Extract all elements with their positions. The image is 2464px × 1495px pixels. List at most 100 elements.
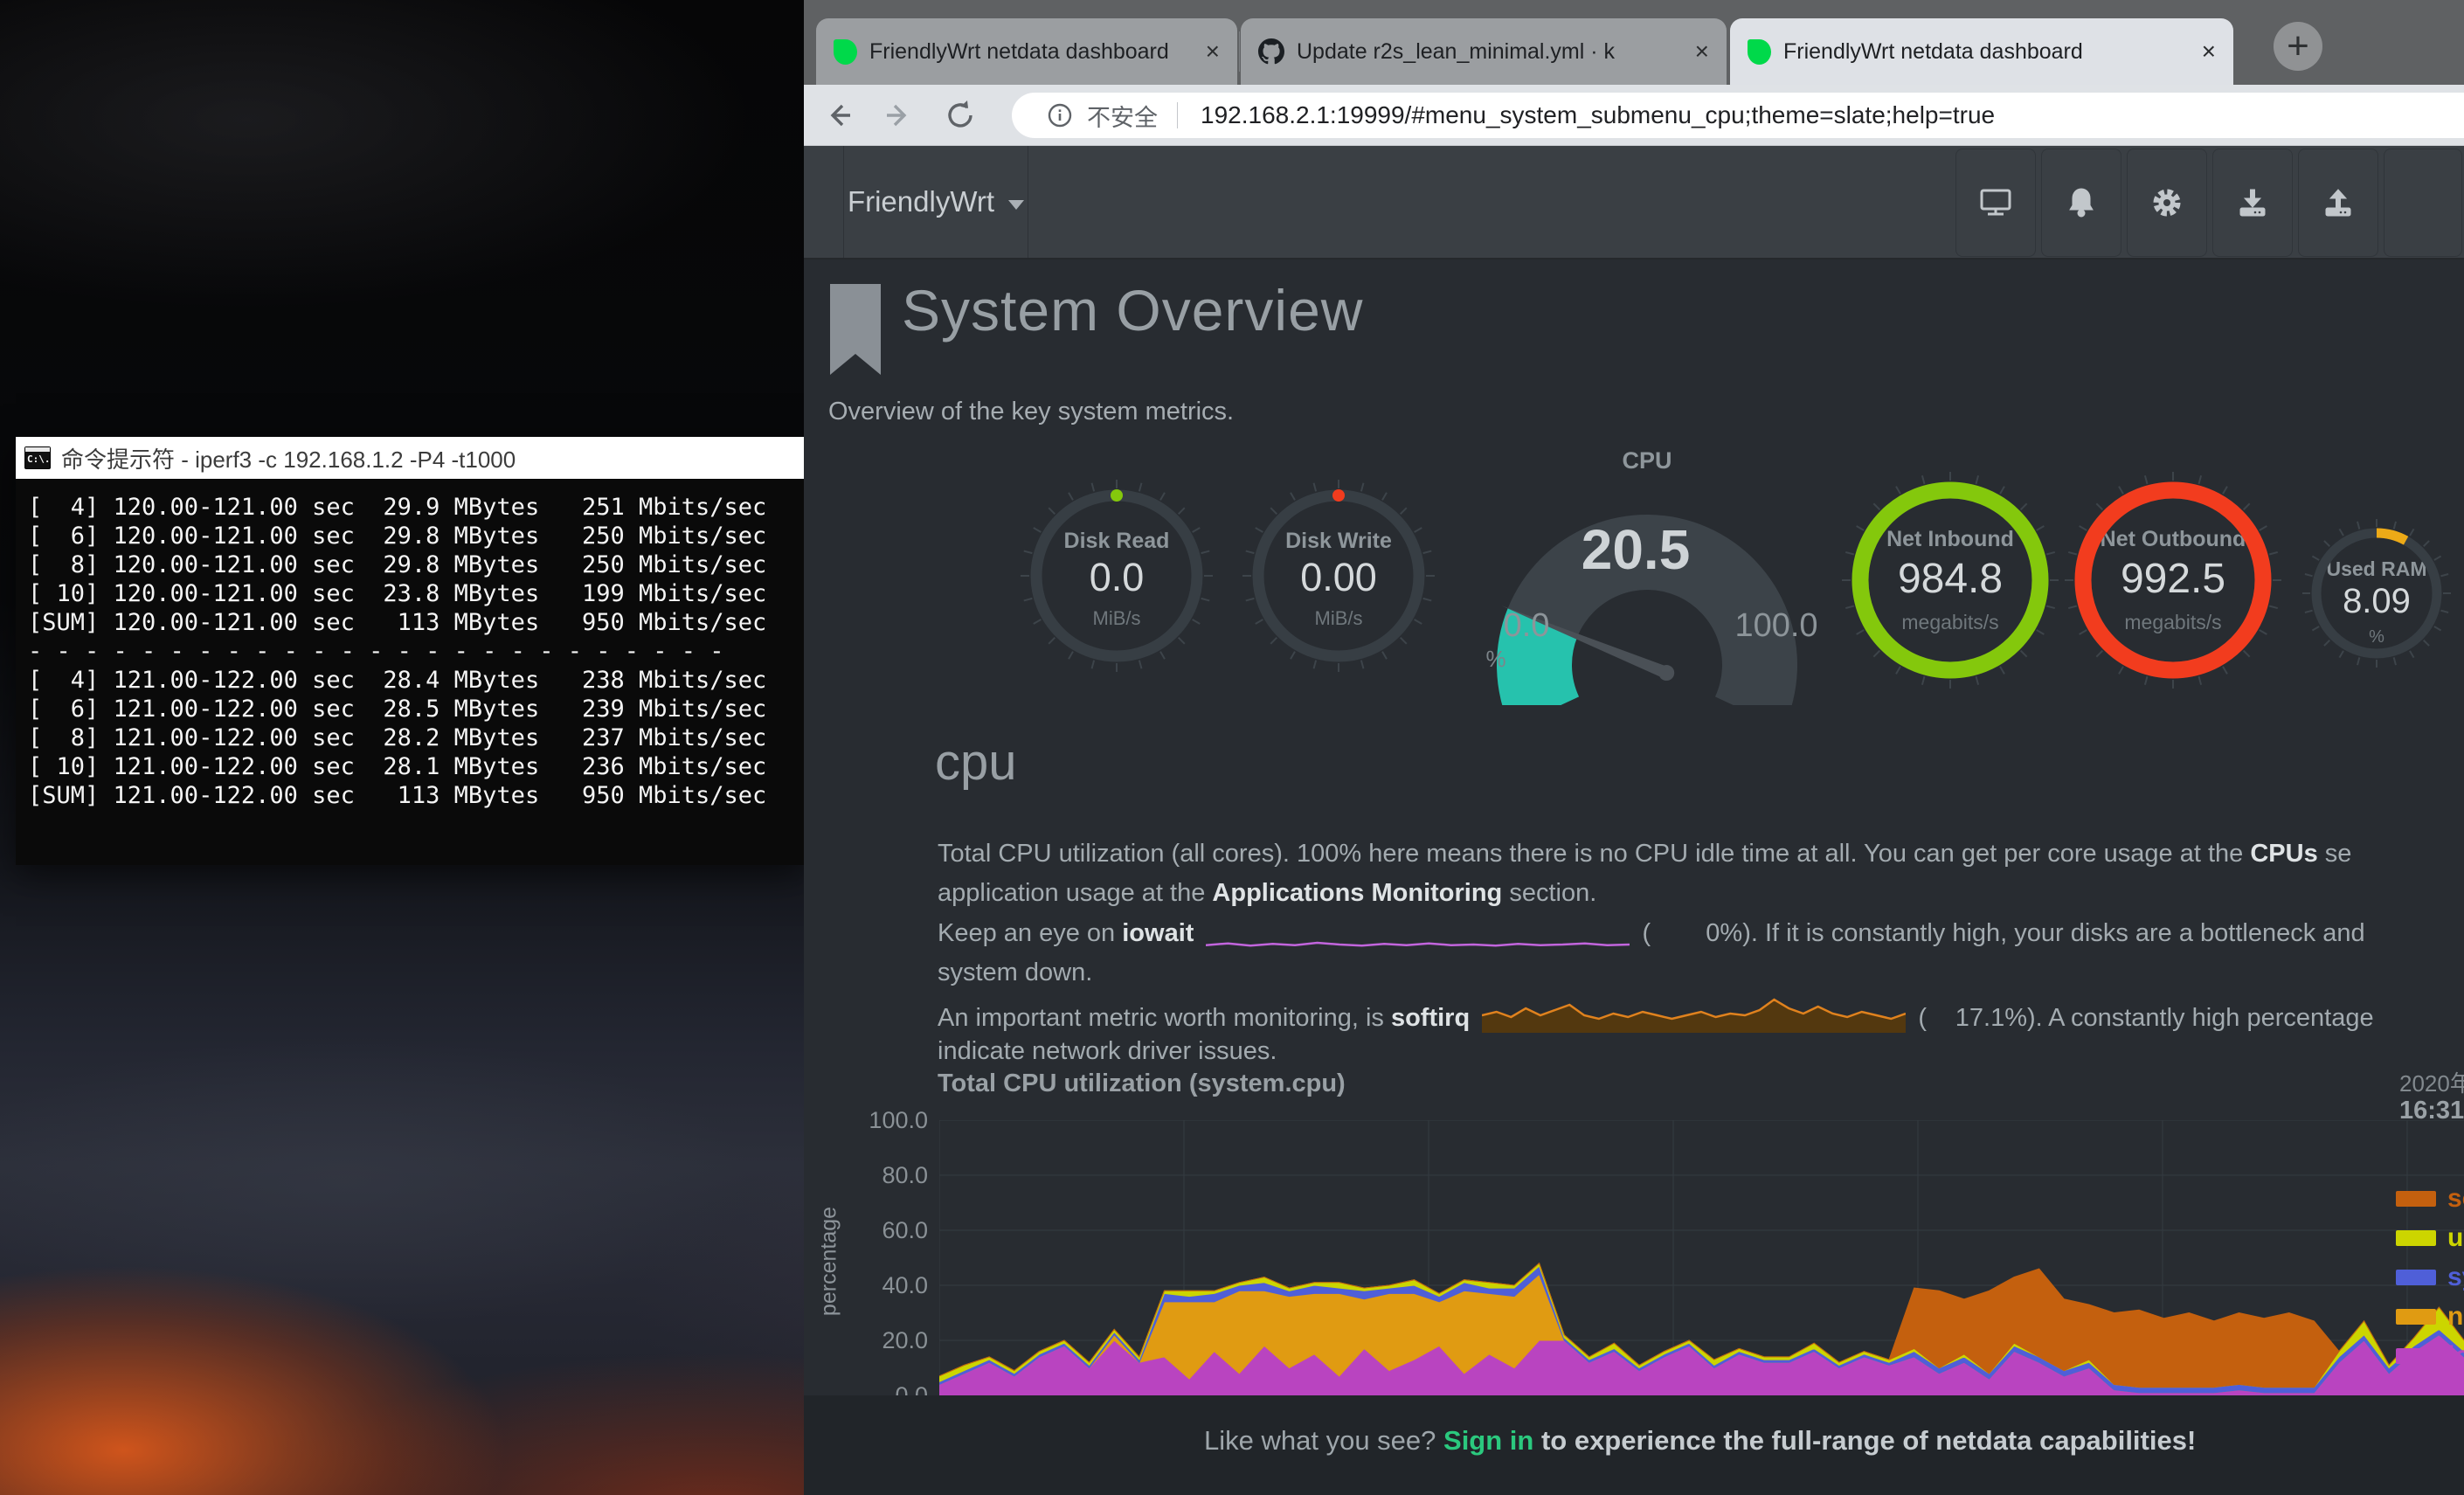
y-axis-label: percentage [817, 1196, 842, 1327]
security-label[interactable]: 不安全 [1087, 99, 1158, 133]
text: Total CPU utilization (all cores). 100% … [938, 840, 2250, 868]
terminal-title-bar[interactable]: 命令提示符 - iperf3 -c 192.168.1.2 -P4 -t1000 [16, 437, 804, 479]
bookmark-icon[interactable] [828, 284, 882, 378]
legend-item-nice[interactable]: nice [2396, 1297, 2464, 1336]
monitor-button[interactable] [1955, 149, 2036, 257]
legend-swatch [2396, 1348, 2436, 1364]
legend-swatch [2396, 1270, 2436, 1285]
legend-label: nice [2447, 1302, 2464, 1332]
netdata-page: FriendlyWrt [804, 146, 2464, 1495]
netdata-favicon [1748, 39, 1771, 65]
legend-item-user[interactable]: user [2396, 1218, 2464, 1257]
text: Like what you see? [1204, 1425, 1443, 1456]
disk-read-gauge[interactable]: Disk Read 0.0 MiB/s [1021, 480, 1213, 672]
y-tick: 40.0 [855, 1272, 928, 1299]
text: Keep an eye on [938, 919, 1122, 947]
terminal-line: [ 4] 121.00-122.00 sec 28.4 MBytes 238 M… [28, 666, 804, 695]
upload-icon-button[interactable] [2298, 149, 2378, 257]
cmd-prompt-icon [24, 446, 51, 469]
cpu-utilization-chart[interactable] [939, 1120, 2464, 1395]
net-inbound-gauge[interactable]: Net Inbound 984.8 megabits/s [1841, 471, 2059, 689]
download-icon-button[interactable] [2212, 149, 2293, 257]
screen: 命令提示符 - iperf3 -c 192.168.1.2 -P4 -t1000… [0, 0, 2464, 1495]
terminal-line: [ 6] 120.00-121.00 sec 29.8 MBytes 250 M… [28, 522, 804, 550]
terminal-line: [ 6] 121.00-122.00 sec 28.5 MBytes 239 M… [28, 695, 804, 723]
terminal-window[interactable]: 命令提示符 - iperf3 -c 192.168.1.2 -P4 -t1000… [16, 437, 804, 865]
signin-text: Like what you see? Sign in to experience… [1204, 1425, 2196, 1457]
cpu-gauge[interactable] [1477, 471, 1817, 705]
header-buttons [1955, 149, 2462, 257]
tab-netdata-1[interactable]: FriendlyWrt netdata dashboard × [816, 18, 1237, 85]
url-text[interactable]: 192.168.2.1:19999/#menu_system_submenu_c… [1201, 101, 1995, 129]
text: section. [1502, 879, 1596, 907]
legend-item-iowait[interactable]: iowait [2396, 1336, 2464, 1375]
tab-divider [1239, 31, 1240, 72]
gear-icon-button[interactable] [2127, 149, 2207, 257]
github-favicon [1258, 38, 1284, 65]
cpus-link[interactable]: CPUs [2250, 840, 2317, 868]
dashboard-header: FriendlyWrt [804, 146, 2464, 260]
header-button-clipped[interactable] [2384, 149, 2462, 257]
legend-item-system[interactable]: system [2396, 1257, 2464, 1297]
softirq-label: softirq [1391, 1004, 1470, 1032]
cpu-paragraph-line-4: system down. [938, 953, 2464, 993]
iowait-percent: 0% [1651, 914, 1742, 953]
cpu-paragraph-line-6: indicate network driver issues. [938, 1032, 2464, 1071]
cpu-paragraph-line-1: Total CPU utilization (all cores). 100% … [938, 834, 2464, 874]
y-tick: 80.0 [855, 1162, 928, 1189]
browser-window: FriendlyWrt netdata dashboard × Update r… [804, 0, 2464, 1495]
legend-label: iowait [2447, 1341, 2464, 1371]
chevron-down-icon [1008, 200, 1024, 210]
signin-bar: Like what you see? Sign in to experience… [804, 1395, 2464, 1495]
disk-write-gauge[interactable]: Disk Write 0.00 MiB/s [1242, 480, 1435, 672]
used-ram-gauge[interactable]: Used RAM 8.09 % [2302, 519, 2451, 668]
address-bar[interactable]: 不安全 192.168.2.1:19999/#menu_system_subme… [1012, 93, 2464, 138]
terminal-title: 命令提示符 - iperf3 -c 192.168.1.2 -P4 -t1000 [61, 442, 516, 474]
address-divider [1177, 102, 1178, 128]
legend-swatch [2396, 1230, 2436, 1246]
cpu-gauge-value: 20.5 [1548, 517, 1723, 582]
terminal-line: [ 8] 120.00-121.00 sec 29.8 MBytes 250 M… [28, 550, 804, 579]
text: ( [1918, 1004, 1927, 1032]
text: An important metric worth monitoring, is [938, 1004, 1391, 1032]
tab-close-icon[interactable]: × [2198, 38, 2219, 66]
terminal-line: [SUM] 121.00-122.00 sec 113 MBytes 950 M… [28, 781, 804, 810]
net-outbound-gauge[interactable]: Net Outbound 992.5 megabits/s [2064, 471, 2282, 689]
legend-item-softirq[interactable]: softirq [2396, 1179, 2464, 1218]
terminal-line: [ 8] 121.00-122.00 sec 28.2 MBytes 237 M… [28, 723, 804, 752]
legend-swatch [2396, 1309, 2436, 1325]
cpu-gauge-max: 100.0 [1720, 607, 1833, 645]
terminal-output[interactable]: [ 4] 120.00-121.00 sec 29.9 MBytes 251 M… [16, 479, 804, 865]
applications-monitoring-link[interactable]: Applications Monitoring [1212, 879, 1502, 907]
tab-title: Update r2s_lean_minimal.yml · k [1297, 39, 1683, 65]
tab-title: FriendlyWrt netdata dashboard [869, 39, 1194, 65]
tab-close-icon[interactable]: × [1202, 38, 1223, 66]
tab-title: FriendlyWrt netdata dashboard [1783, 39, 2190, 65]
tab-netdata-2-active[interactable]: FriendlyWrt netdata dashboard × [1730, 18, 2233, 85]
reload-button[interactable] [940, 95, 980, 135]
forward-button[interactable] [879, 95, 919, 135]
cpu-section-heading: cpu [935, 733, 1017, 792]
brand-label: FriendlyWrt [848, 185, 994, 218]
cpu-gauge-unit: % [1478, 646, 1513, 673]
terminal-line: [ 10] 121.00-122.00 sec 28.1 MBytes 236 … [28, 752, 804, 781]
legend-label: softirq [2447, 1184, 2464, 1214]
browser-toolbar: 不安全 192.168.2.1:19999/#menu_system_subme… [804, 85, 2464, 146]
netdata-favicon [834, 39, 857, 65]
brand-dropdown[interactable]: FriendlyWrt [843, 146, 1028, 258]
new-tab-button[interactable]: + [2274, 22, 2322, 71]
cpu-paragraph-line-2: application usage at the Applications Mo… [938, 874, 2464, 913]
text: se [2318, 840, 2352, 868]
info-icon[interactable] [1047, 102, 1073, 128]
tab-strip: FriendlyWrt netdata dashboard × Update r… [804, 0, 2464, 85]
y-tick: 20.0 [855, 1327, 928, 1354]
sign-in-link[interactable]: Sign in [1443, 1425, 1533, 1456]
tab-close-icon[interactable]: × [1692, 38, 1713, 66]
bell-icon-button[interactable] [2041, 149, 2121, 257]
text: ). If it is constantly high, your disks … [1742, 919, 2364, 947]
chart-title: Total CPU utilization (system.cpu) [938, 1069, 1346, 1098]
iowait-label: iowait [1122, 919, 1194, 947]
back-button[interactable] [818, 95, 858, 135]
cpu-gauge-min: 0.0 [1483, 607, 1570, 645]
tab-github[interactable]: Update r2s_lean_minimal.yml · k × [1241, 18, 1727, 85]
